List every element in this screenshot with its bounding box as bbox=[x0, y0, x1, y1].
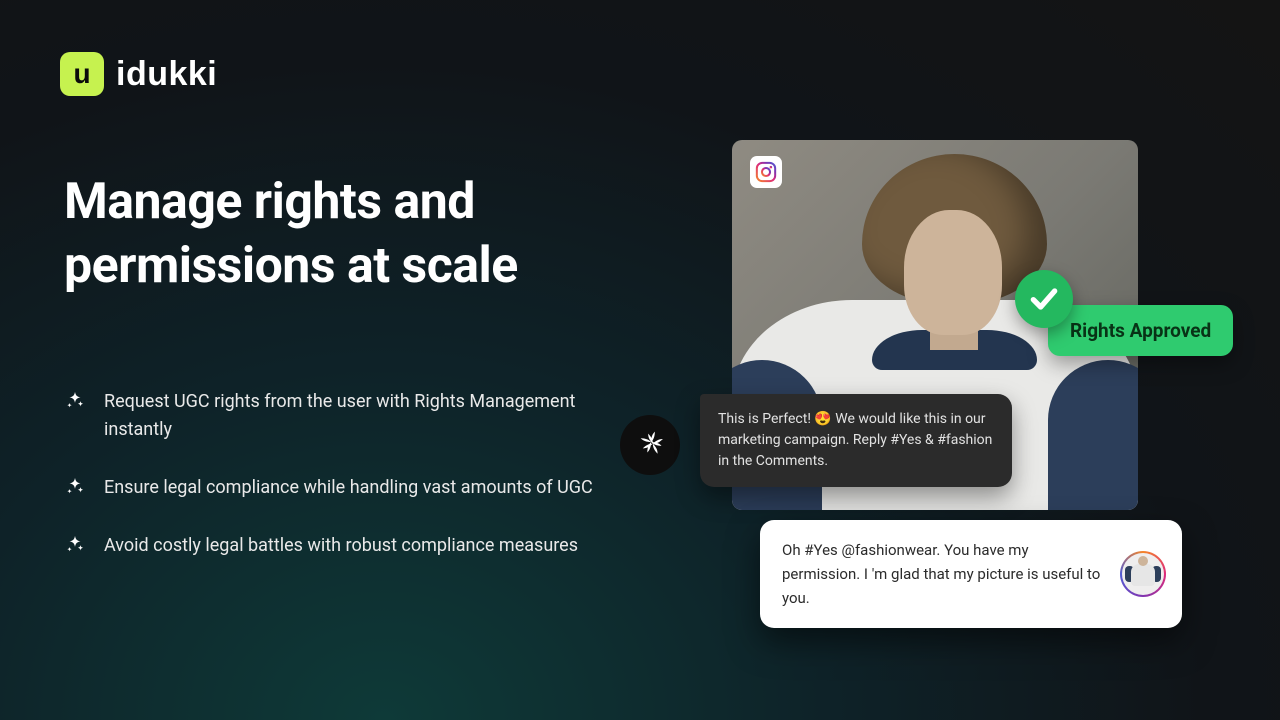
brand-logo-mark: u bbox=[60, 52, 104, 96]
sparkle-icon bbox=[64, 476, 86, 498]
brand-message-bubble: This is Perfect! 😍 We would like this in… bbox=[700, 394, 1012, 487]
pinwheel-icon bbox=[631, 426, 669, 464]
rights-approved-label: Rights Approved bbox=[1070, 319, 1211, 342]
feature-item: Ensure legal compliance while handling v… bbox=[64, 474, 624, 502]
brand-avatar bbox=[620, 415, 680, 475]
sparkle-icon bbox=[64, 534, 86, 556]
page-title: Manage rights and permissions at scale bbox=[64, 170, 624, 298]
sparkle-icon bbox=[64, 390, 86, 412]
user-reply-bubble: Oh #Yes @fashionwear. You have my permis… bbox=[760, 520, 1182, 628]
rights-approved-badge: Rights Approved bbox=[1048, 305, 1233, 356]
feature-text: Avoid costly legal battles with robust c… bbox=[104, 532, 578, 560]
feature-item: Avoid costly legal battles with robust c… bbox=[64, 532, 624, 560]
user-avatar bbox=[1120, 551, 1166, 597]
feature-item: Request UGC rights from the user with Ri… bbox=[64, 388, 624, 444]
feature-text: Ensure legal compliance while handling v… bbox=[104, 474, 593, 502]
hero-copy: Manage rights and permissions at scale R… bbox=[64, 170, 624, 560]
check-icon bbox=[1015, 270, 1073, 328]
brand-logo: u idukki bbox=[60, 52, 217, 96]
feature-text: Request UGC rights from the user with Ri… bbox=[104, 388, 624, 444]
instagram-icon bbox=[750, 156, 782, 188]
brand-message-text: This is Perfect! 😍 We would like this in… bbox=[718, 411, 992, 469]
feature-list: Request UGC rights from the user with Ri… bbox=[64, 388, 624, 560]
avatar-thumbnail bbox=[1125, 556, 1161, 592]
brand-logo-text: idukki bbox=[116, 55, 217, 94]
user-reply-text: Oh #Yes @fashionwear. You have my permis… bbox=[782, 541, 1100, 607]
